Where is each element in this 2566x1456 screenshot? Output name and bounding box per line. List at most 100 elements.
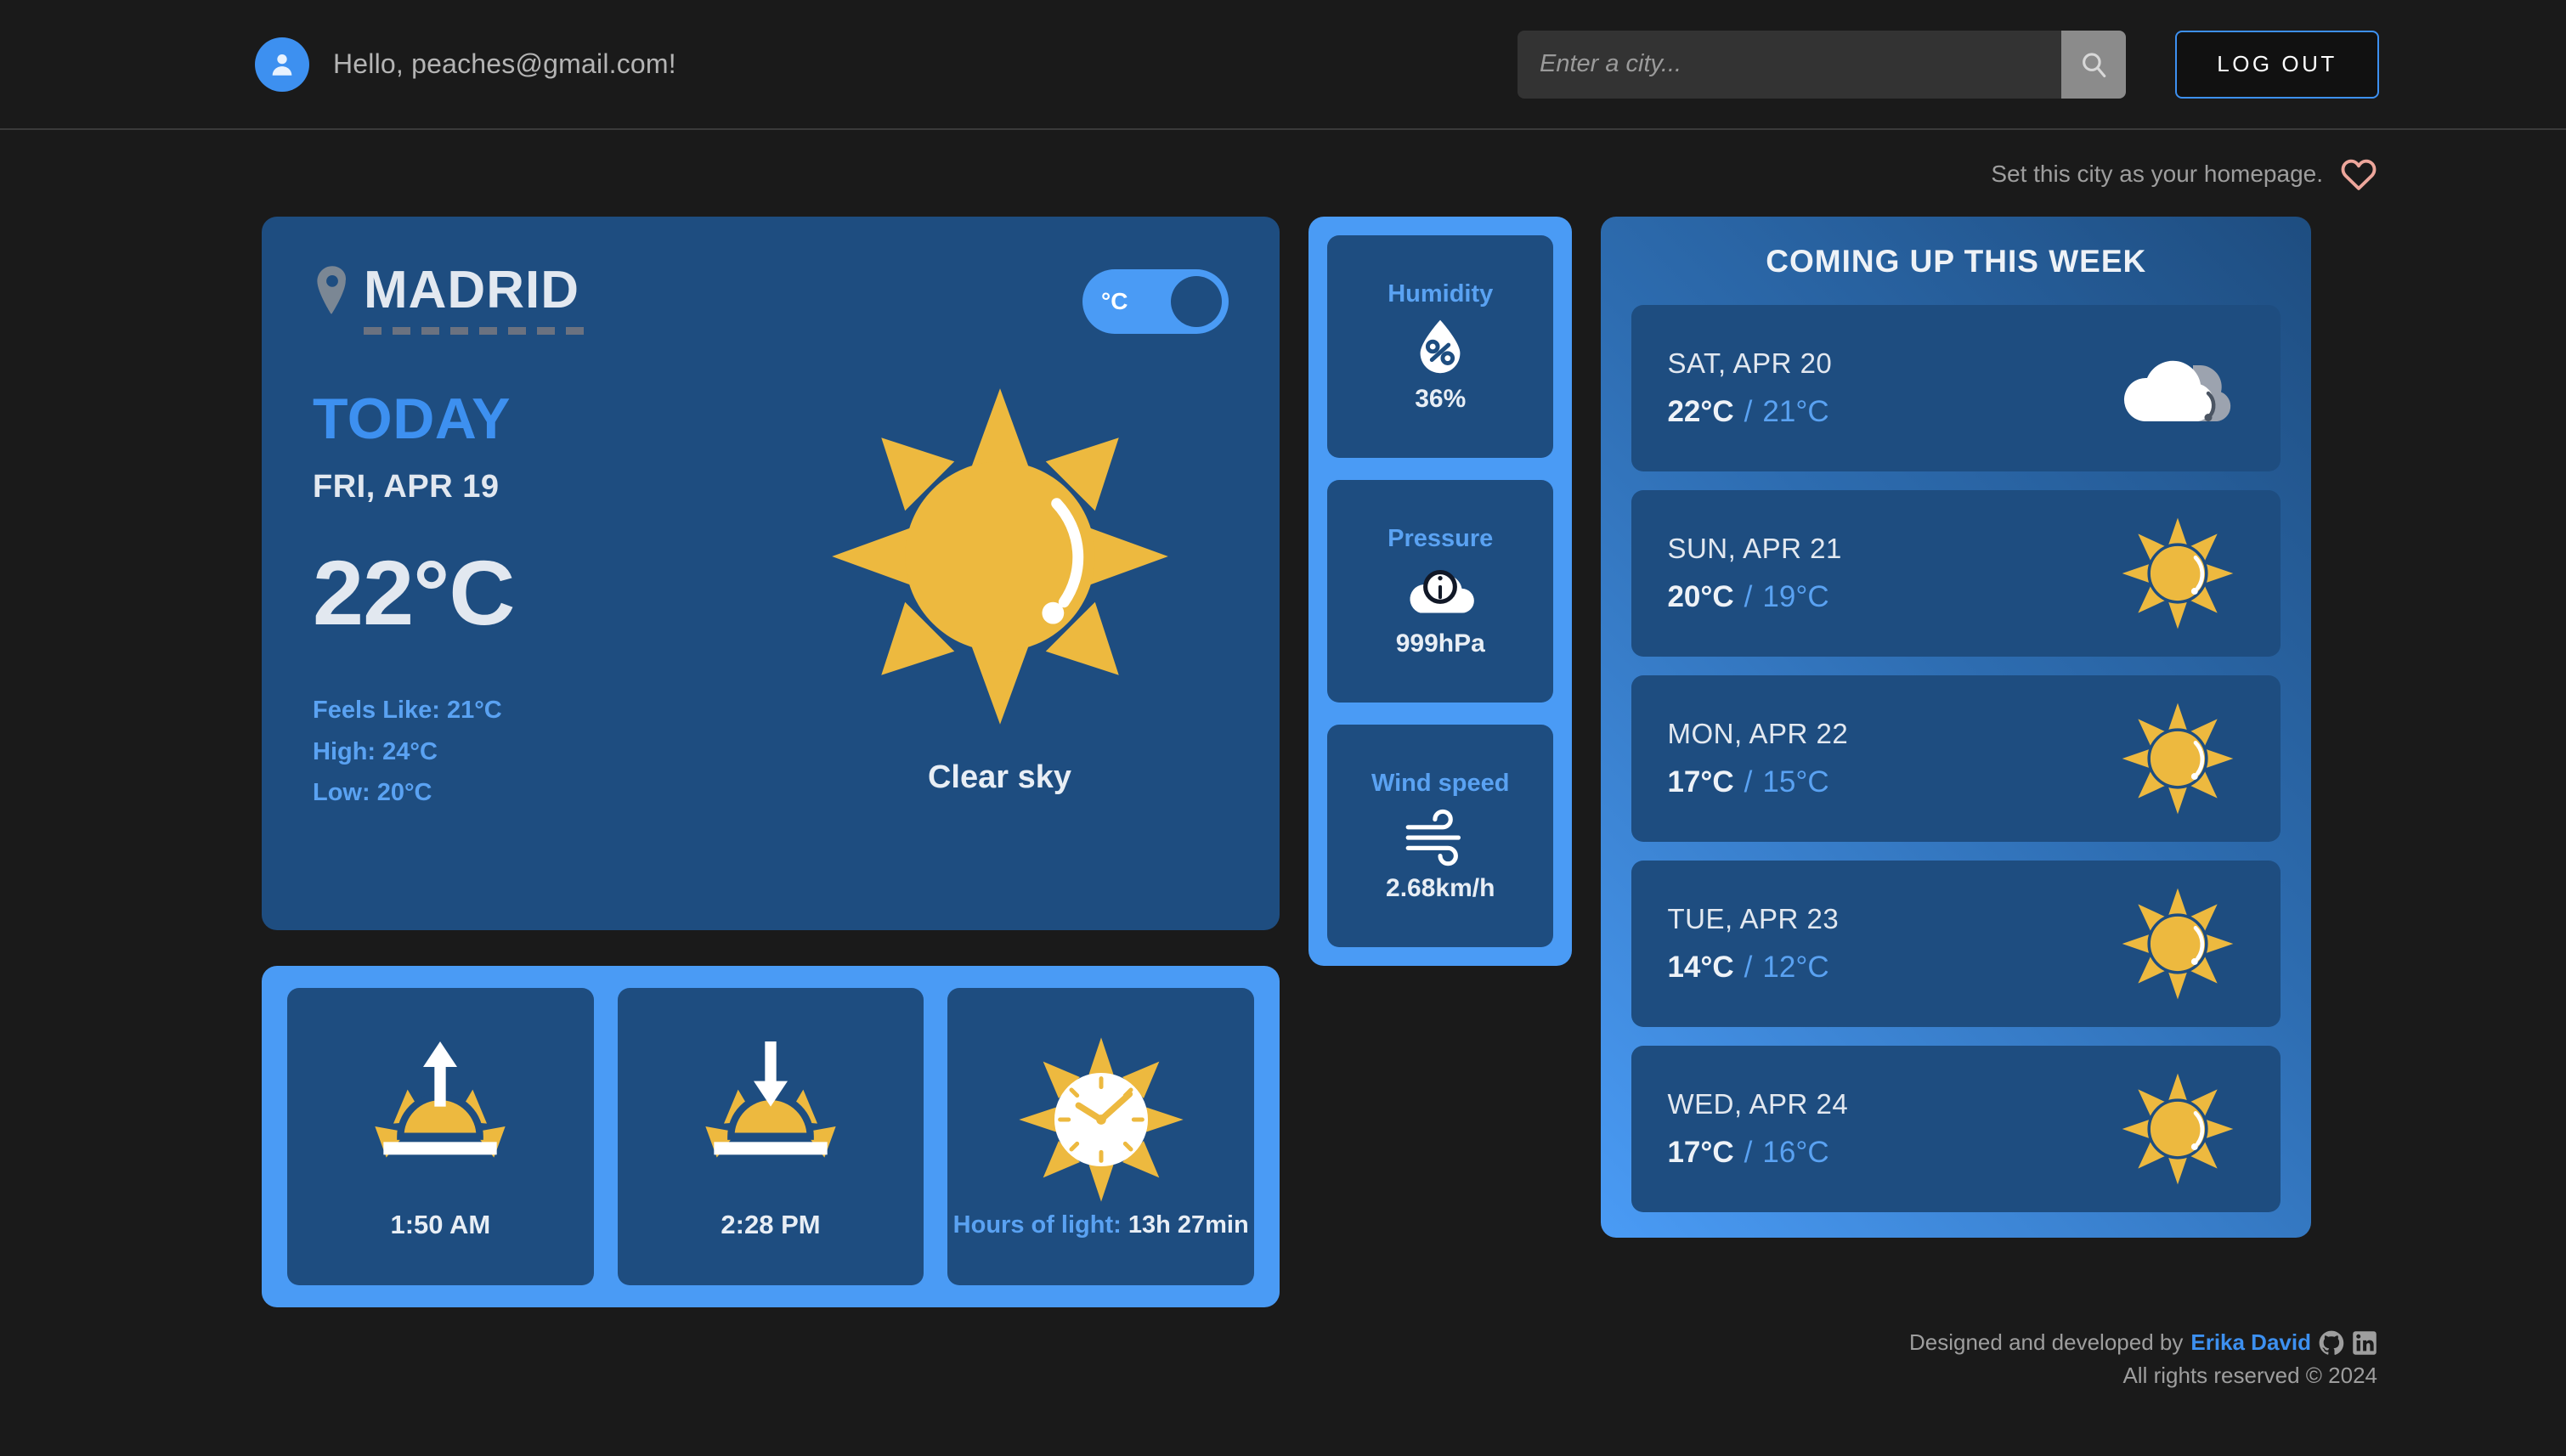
footer-credit-prefix: Designed and developed by — [1909, 1329, 2184, 1355]
search-input[interactable] — [1518, 30, 2061, 99]
user-greeting-group: Hello, peaches@gmail.com! — [255, 37, 676, 92]
forecast-day: MON, APR 22 — [1667, 718, 1849, 749]
today-extra-temps: Feels Like: 21°C High: 24°C Low: 20°C — [313, 690, 771, 814]
humidity-drop-icon — [1420, 319, 1461, 373]
greeting-text: Hello, peaches@gmail.com! — [333, 48, 676, 79]
pressure-card: Pressure 999hPa — [1327, 480, 1554, 703]
github-icon — [2319, 1330, 2344, 1355]
feels-like-text: Feels Like: 21°C — [313, 697, 502, 724]
sunrise-time: 1:50 AM — [390, 1210, 491, 1239]
forecast-min: 21°C — [1762, 395, 1829, 428]
avatar — [255, 37, 309, 92]
sun-times-panel: 1:50 AM 2:28 PM Hours of light: 13h 27mi… — [262, 966, 1280, 1307]
forecast-row[interactable]: WED, APR 24 17°C / 16°C — [1631, 1046, 2281, 1212]
wind-speed-value: 2.68km/h — [1386, 873, 1495, 902]
forecast-row[interactable]: MON, APR 22 17°C / 15°C — [1631, 675, 2281, 842]
hours-of-light-label: Hours of light: — [952, 1211, 1128, 1239]
humidity-value: 36% — [1415, 384, 1467, 413]
set-homepage-row: Set this city as your homepage. — [0, 155, 2566, 193]
sun-icon — [831, 387, 1168, 725]
cloud-icon — [2114, 329, 2241, 448]
unit-toggle-label: °C — [1101, 288, 1128, 314]
forecast-temps: 17°C / 16°C — [1667, 1136, 1848, 1170]
linkedin-link[interactable] — [2352, 1330, 2377, 1356]
sun-icon — [2114, 1069, 2241, 1188]
stats-column: Humidity 36% Pressure 999hPa Wind speed … — [1308, 217, 1573, 966]
forecast-max: 22°C — [1667, 395, 1734, 428]
forecast-temps: 22°C / 21°C — [1667, 395, 1832, 429]
pressure-title: Pressure — [1388, 524, 1494, 552]
logout-button[interactable]: LOG OUT — [2175, 30, 2379, 99]
forecast-min: 16°C — [1762, 1136, 1829, 1169]
forecast-max: 17°C — [1667, 765, 1734, 799]
forecast-day: TUE, APR 23 — [1667, 903, 1840, 934]
today-info: MADRID TODAY FRI, APR 19 22°C Feels Like… — [313, 264, 771, 883]
humidity-card: Humidity 36% — [1327, 235, 1554, 458]
hours-of-light-value: 13h 27min — [1128, 1211, 1249, 1239]
pressure-cloud-icon — [1410, 569, 1475, 613]
city-row: MADRID — [313, 264, 771, 317]
forecast-min: 12°C — [1762, 951, 1829, 984]
forecast-day: SAT, APR 20 — [1667, 347, 1833, 379]
favorite-homepage-button[interactable] — [2340, 155, 2377, 193]
app-header: Hello, peaches@gmail.com! LOG OUT — [0, 0, 2566, 130]
city-name: MADRID — [364, 261, 579, 319]
forecast-min: 15°C — [1762, 765, 1829, 799]
forecast-separator: / — [1744, 765, 1753, 799]
footer-credit: Designed and developed by Erika David — [0, 1329, 2377, 1356]
hours-of-light-card: Hours of light: 13h 27min — [947, 988, 1255, 1285]
location-pin-icon — [313, 266, 352, 315]
github-link[interactable] — [2319, 1330, 2344, 1356]
humidity-title: Humidity — [1388, 279, 1494, 308]
forecast-separator: / — [1744, 580, 1753, 613]
forecast-temps: 17°C / 15°C — [1667, 765, 1848, 799]
left-column: MADRID TODAY FRI, APR 19 22°C Feels Like… — [262, 217, 1280, 1307]
search-icon — [2083, 52, 2106, 77]
sunrise-icon — [375, 1041, 506, 1158]
linkedin-icon — [2353, 1330, 2377, 1355]
today-temperature: 22°C — [313, 541, 515, 644]
forecast-row[interactable]: TUE, APR 23 14°C / 12°C — [1631, 861, 2281, 1027]
search-button[interactable] — [2061, 30, 2126, 99]
user-icon — [272, 54, 292, 76]
forecast-temps: 20°C / 19°C — [1667, 580, 1841, 614]
today-weather-card: MADRID TODAY FRI, APR 19 22°C Feels Like… — [262, 217, 1280, 930]
hours-of-light-text: Hours of light: 13h 27min — [953, 1211, 1249, 1239]
temperature-unit-toggle[interactable]: °C — [1082, 269, 1229, 334]
sun-icon — [2114, 884, 2241, 1003]
unit-toggle-knob — [1171, 276, 1223, 327]
wind-speed-card: Wind speed 2.68km/h — [1327, 725, 1554, 947]
forecast-max: 14°C — [1667, 951, 1734, 984]
forecast-temps: 14°C / 12°C — [1667, 951, 1839, 985]
set-homepage-label: Set this city as your homepage. — [1991, 161, 2323, 187]
low-text: Low: 20°C — [313, 779, 432, 807]
forecast-day: WED, APR 24 — [1667, 1088, 1849, 1120]
forecast-separator: / — [1744, 951, 1753, 984]
forecast-separator: / — [1744, 1136, 1753, 1169]
forecast-separator: / — [1744, 395, 1753, 428]
today-label: TODAY — [313, 387, 512, 451]
forecast-max: 17°C — [1667, 1136, 1734, 1169]
sun-icon — [2114, 514, 2241, 633]
week-forecast-list: SAT, APR 20 22°C/21°C SUN, APR 21 20°C /… — [1631, 305, 2281, 1212]
header-actions: LOG OUT — [1518, 30, 2379, 99]
sunrise-card: 1:50 AM — [287, 988, 594, 1285]
pressure-value: 999hPa — [1395, 629, 1485, 657]
high-text: High: 24°C — [313, 737, 438, 765]
sunset-icon — [705, 1041, 836, 1158]
week-forecast-title: COMING UP THIS WEEK — [1766, 244, 2147, 279]
forecast-row[interactable]: SUN, APR 21 20°C / 19°C — [1631, 490, 2281, 657]
heart-outline-icon — [2341, 159, 2377, 190]
forecast-min: 19°C — [1762, 580, 1829, 613]
today-condition: Clear sky — [771, 264, 1229, 883]
forecast-row[interactable]: SAT, APR 20 22°C / 21°C — [1631, 305, 2281, 471]
forecast-day: SUN, APR 21 — [1667, 533, 1842, 564]
footer-author-name: Erika David — [2190, 1329, 2311, 1355]
sun-clock-icon — [1019, 1036, 1184, 1202]
footer-rights: All rights reserved © 2024 — [2122, 1363, 2377, 1388]
sun-icon — [2114, 699, 2241, 818]
wind-speed-title: Wind speed — [1371, 769, 1510, 797]
city-underline-dashes — [364, 327, 586, 335]
condition-text: Clear sky — [927, 759, 1071, 795]
sunset-time: 2:28 PM — [721, 1210, 821, 1239]
